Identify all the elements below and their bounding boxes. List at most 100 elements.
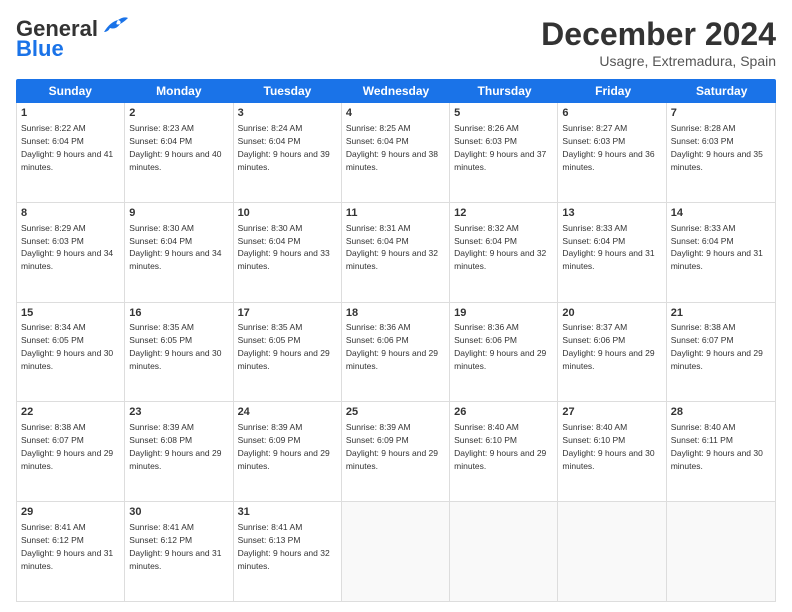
day-info: Sunrise: 8:35 AM Sunset: 6:05 PM Dayligh… xyxy=(238,322,330,371)
header-wednesday: Wednesday xyxy=(342,79,451,103)
day-number: 13 xyxy=(562,206,661,221)
day-number: 9 xyxy=(129,206,228,221)
table-row: 13 Sunrise: 8:33 AM Sunset: 6:04 PM Dayli… xyxy=(558,203,666,302)
logo: General Blue xyxy=(16,16,128,62)
calendar: Sunday Monday Tuesday Wednesday Thursday… xyxy=(16,79,776,602)
day-info: Sunrise: 8:36 AM Sunset: 6:06 PM Dayligh… xyxy=(346,322,438,371)
day-number: 31 xyxy=(238,505,337,520)
table-row: 4Sunrise: 8:25 AM Sunset: 6:04 PM Daylig… xyxy=(342,103,450,202)
day-number: 28 xyxy=(671,405,771,420)
table-row: 18Sunrise: 8:36 AM Sunset: 6:06 PM Dayli… xyxy=(342,303,450,402)
day-number: 11 xyxy=(346,206,445,221)
day-info: Sunrise: 8:31 AM Sunset: 6:04 PM Dayligh… xyxy=(346,223,438,272)
day-info: Sunrise: 8:35 AM Sunset: 6:05 PM Dayligh… xyxy=(129,322,221,371)
table-row: 3 Sunrise: 8:24 AM Sunset: 6:04 PM Daylig… xyxy=(234,103,342,202)
calendar-row: 22Sunrise: 8:38 AM Sunset: 6:07 PM Dayli… xyxy=(17,402,775,502)
day-info: Sunrise: 8:40 AM Sunset: 6:10 PM Dayligh… xyxy=(562,422,654,471)
header-tuesday: Tuesday xyxy=(233,79,342,103)
day-info: Sunrise: 8:23 AM Sunset: 6:04 PM Dayligh… xyxy=(129,123,221,172)
day-number: 3 xyxy=(238,106,337,121)
table-row: 23 Sunrise: 8:39 AM Sunset: 6:08 PM Dayli… xyxy=(125,402,233,501)
day-number: 10 xyxy=(238,206,337,221)
header-saturday: Saturday xyxy=(667,79,776,103)
day-number: 24 xyxy=(238,405,337,420)
table-row: 21Sunrise: 8:38 AM Sunset: 6:07 PM Dayli… xyxy=(667,303,775,402)
page: General Blue December 2024 Usagre, Extre… xyxy=(0,0,792,612)
day-number: 2 xyxy=(129,106,228,121)
table-row: 2 Sunrise: 8:23 AM Sunset: 6:04 PM Daylig… xyxy=(125,103,233,202)
day-number: 18 xyxy=(346,306,445,321)
table-row: 5 Sunrise: 8:26 AM Sunset: 6:03 PM Daylig… xyxy=(450,103,558,202)
table-row: 9 Sunrise: 8:30 AM Sunset: 6:04 PM Daylig… xyxy=(125,203,233,302)
table-row: 19Sunrise: 8:36 AM Sunset: 6:06 PM Dayli… xyxy=(450,303,558,402)
day-number: 7 xyxy=(671,106,771,121)
table-row: 16Sunrise: 8:35 AM Sunset: 6:05 PM Dayli… xyxy=(125,303,233,402)
day-number: 30 xyxy=(129,505,228,520)
day-number: 29 xyxy=(21,505,120,520)
table-row: 11 Sunrise: 8:31 AM Sunset: 6:04 PM Dayli… xyxy=(342,203,450,302)
day-number: 26 xyxy=(454,405,553,420)
day-info: Sunrise: 8:32 AM Sunset: 6:04 PM Dayligh… xyxy=(454,223,546,272)
table-row: 20Sunrise: 8:37 AM Sunset: 6:06 PM Dayli… xyxy=(558,303,666,402)
table-row: 6 Sunrise: 8:27 AM Sunset: 6:03 PM Daylig… xyxy=(558,103,666,202)
day-info: Sunrise: 8:27 AM Sunset: 6:03 PM Dayligh… xyxy=(562,123,654,172)
table-row: 10 Sunrise: 8:30 AM Sunset: 6:04 PM Dayli… xyxy=(234,203,342,302)
table-row: 28Sunrise: 8:40 AM Sunset: 6:11 PM Dayli… xyxy=(667,402,775,501)
day-info: Sunrise: 8:28 AM Sunset: 6:03 PM Dayligh… xyxy=(671,123,763,172)
day-number: 27 xyxy=(562,405,661,420)
day-number: 16 xyxy=(129,306,228,321)
day-number: 19 xyxy=(454,306,553,321)
table-row: 22Sunrise: 8:38 AM Sunset: 6:07 PM Dayli… xyxy=(17,402,125,501)
day-info: Sunrise: 8:30 AM Sunset: 6:04 PM Dayligh… xyxy=(238,223,330,272)
month-title: December 2024 xyxy=(541,16,776,53)
day-info: Sunrise: 8:41 AM Sunset: 6:12 PM Dayligh… xyxy=(129,522,221,571)
table-row: 8Sunrise: 8:29 AM Sunset: 6:03 PM Daylig… xyxy=(17,203,125,302)
calendar-row: 15Sunrise: 8:34 AM Sunset: 6:05 PM Dayli… xyxy=(17,303,775,403)
day-info: Sunrise: 8:41 AM Sunset: 6:13 PM Dayligh… xyxy=(238,522,330,571)
day-info: Sunrise: 8:26 AM Sunset: 6:03 PM Dayligh… xyxy=(454,123,546,172)
day-info: Sunrise: 8:39 AM Sunset: 6:09 PM Dayligh… xyxy=(238,422,330,471)
day-number: 8 xyxy=(21,206,120,221)
day-info: Sunrise: 8:38 AM Sunset: 6:07 PM Dayligh… xyxy=(21,422,113,471)
table-row xyxy=(667,502,775,601)
day-number: 12 xyxy=(454,206,553,221)
table-row: 25Sunrise: 8:39 AM Sunset: 6:09 PM Dayli… xyxy=(342,402,450,501)
table-row: 14 Sunrise: 8:33 AM Sunset: 6:04 PM Dayli… xyxy=(667,203,775,302)
table-row: 17Sunrise: 8:35 AM Sunset: 6:05 PM Dayli… xyxy=(234,303,342,402)
day-number: 21 xyxy=(671,306,771,321)
day-number: 17 xyxy=(238,306,337,321)
day-number: 1 xyxy=(21,106,120,121)
logo-blue: Blue xyxy=(16,36,64,62)
day-number: 6 xyxy=(562,106,661,121)
logo-bird-icon xyxy=(100,14,128,36)
day-number: 25 xyxy=(346,405,445,420)
day-info: Sunrise: 8:22 AM Sunset: 6:04 PM Dayligh… xyxy=(21,123,113,172)
day-info: Sunrise: 8:38 AM Sunset: 6:07 PM Dayligh… xyxy=(671,322,763,371)
table-row: 31 Sunrise: 8:41 AM Sunset: 6:13 PM Dayli… xyxy=(234,502,342,601)
day-number: 14 xyxy=(671,206,771,221)
day-info: Sunrise: 8:39 AM Sunset: 6:08 PM Dayligh… xyxy=(129,422,221,471)
location: Usagre, Extremadura, Spain xyxy=(541,53,776,69)
table-row: 29Sunrise: 8:41 AM Sunset: 6:12 PM Dayli… xyxy=(17,502,125,601)
table-row: 15Sunrise: 8:34 AM Sunset: 6:05 PM Dayli… xyxy=(17,303,125,402)
day-info: Sunrise: 8:40 AM Sunset: 6:10 PM Dayligh… xyxy=(454,422,546,471)
table-row: 26 Sunrise: 8:40 AM Sunset: 6:10 PM Dayli… xyxy=(450,402,558,501)
day-number: 20 xyxy=(562,306,661,321)
title-block: December 2024 Usagre, Extremadura, Spain xyxy=(541,16,776,69)
day-info: Sunrise: 8:30 AM Sunset: 6:04 PM Dayligh… xyxy=(129,223,221,272)
header-thursday: Thursday xyxy=(450,79,559,103)
header-friday: Friday xyxy=(559,79,668,103)
header-sunday: Sunday xyxy=(16,79,125,103)
calendar-body: 1 Sunrise: 8:22 AM Sunset: 6:04 PM Daylig… xyxy=(16,103,776,602)
table-row xyxy=(342,502,450,601)
day-info: Sunrise: 8:33 AM Sunset: 6:04 PM Dayligh… xyxy=(671,223,763,272)
header-monday: Monday xyxy=(125,79,234,103)
day-number: 5 xyxy=(454,106,553,121)
table-row: 27 Sunrise: 8:40 AM Sunset: 6:10 PM Dayli… xyxy=(558,402,666,501)
day-info: Sunrise: 8:33 AM Sunset: 6:04 PM Dayligh… xyxy=(562,223,654,272)
day-info: Sunrise: 8:24 AM Sunset: 6:04 PM Dayligh… xyxy=(238,123,330,172)
day-number: 23 xyxy=(129,405,228,420)
table-row xyxy=(558,502,666,601)
calendar-header: Sunday Monday Tuesday Wednesday Thursday… xyxy=(16,79,776,103)
header: General Blue December 2024 Usagre, Extre… xyxy=(16,16,776,69)
